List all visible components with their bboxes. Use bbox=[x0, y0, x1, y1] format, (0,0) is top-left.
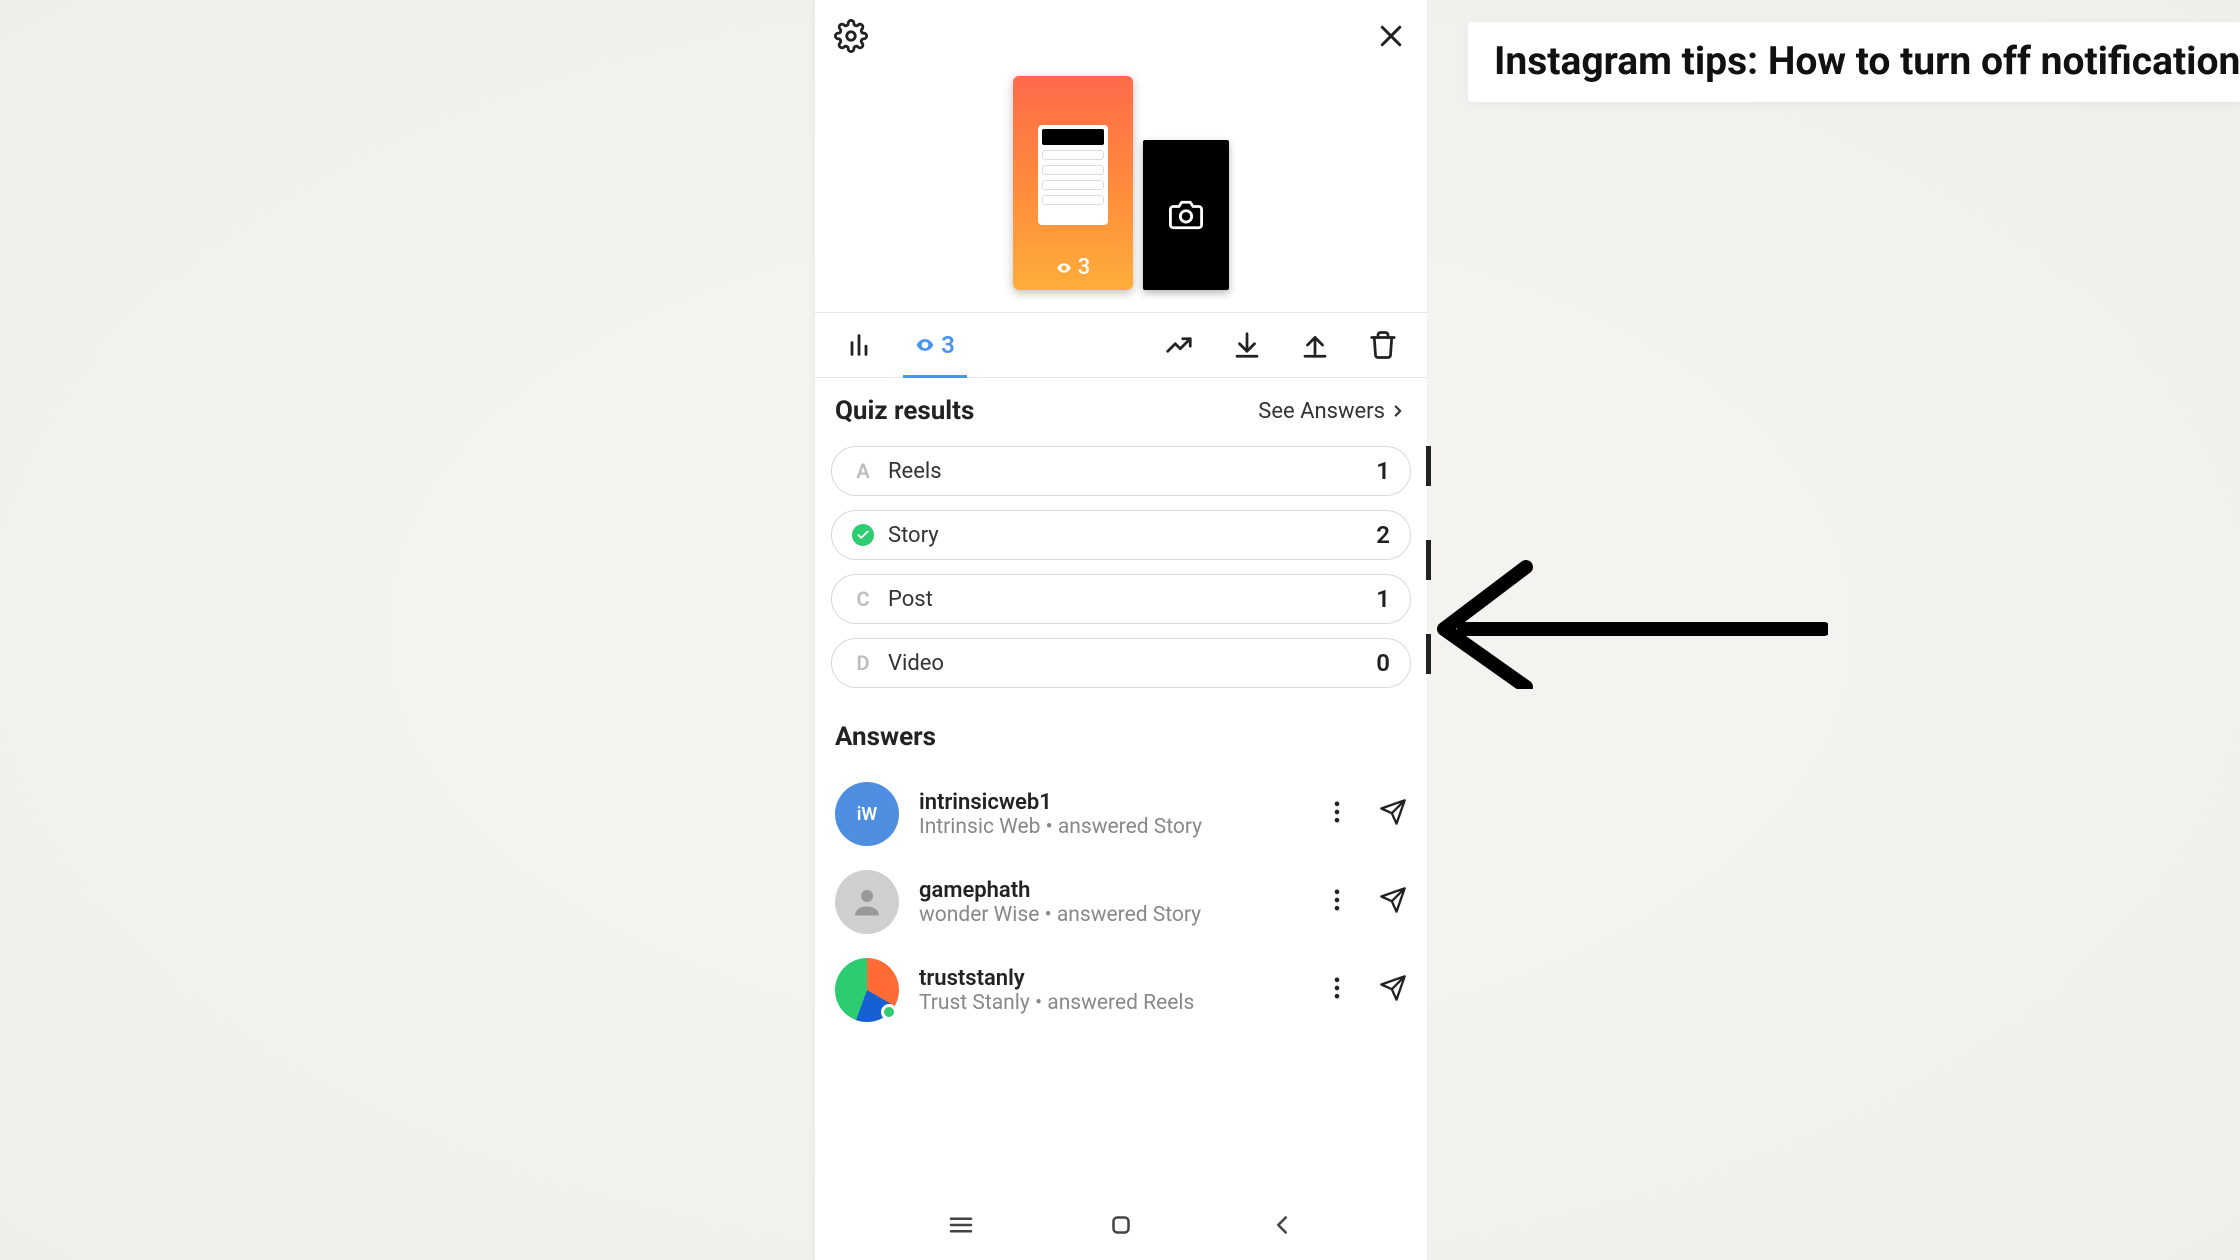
annotation-arrow bbox=[1434, 559, 1828, 689]
send-icon[interactable] bbox=[1379, 974, 1407, 1006]
online-dot-icon bbox=[881, 1004, 897, 1020]
recents-icon bbox=[946, 1210, 976, 1240]
quiz-options-list: A Reels 1 Story 2 C Post 1 D Video 0 bbox=[815, 434, 1427, 692]
more-icon[interactable] bbox=[1323, 798, 1351, 830]
insights-tab[interactable] bbox=[827, 313, 891, 377]
option-label: Post bbox=[888, 587, 1362, 612]
check-icon bbox=[852, 524, 874, 546]
quiz-option-d[interactable]: D Video 0 bbox=[831, 638, 1411, 688]
option-count: 1 bbox=[1376, 457, 1390, 485]
back-button[interactable] bbox=[1267, 1210, 1297, 1240]
send-icon[interactable] bbox=[1379, 886, 1407, 918]
share-button[interactable] bbox=[1283, 313, 1347, 377]
answers-title: Answers bbox=[835, 722, 1407, 752]
option-letter: A bbox=[852, 459, 874, 483]
option-letter: C bbox=[852, 587, 874, 611]
phone-screen: 3 3 Quiz results bbox=[815, 0, 1427, 1260]
more-icon[interactable] bbox=[1323, 886, 1351, 918]
viewers-tab[interactable]: 3 bbox=[895, 313, 975, 377]
home-button[interactable] bbox=[1106, 1210, 1136, 1240]
download-button[interactable] bbox=[1215, 313, 1279, 377]
answer-subtitle: Trust Stanly • answered Reels bbox=[919, 991, 1303, 1015]
story-thumbnail-row: 3 bbox=[815, 66, 1427, 312]
answer-subtitle: wonder Wise • answered Story bbox=[919, 903, 1303, 927]
recents-button[interactable] bbox=[946, 1210, 976, 1240]
toolbar-tabs: 3 bbox=[815, 312, 1427, 378]
android-navbar bbox=[815, 1190, 1427, 1260]
home-icon bbox=[1106, 1210, 1136, 1240]
option-count: 2 bbox=[1376, 521, 1390, 549]
trash-icon bbox=[1368, 330, 1398, 360]
active-story-thumb[interactable]: 3 bbox=[1013, 76, 1133, 290]
avatar[interactable] bbox=[835, 870, 899, 934]
viewers-count: 3 bbox=[941, 331, 955, 359]
story-view-count: 3 bbox=[1056, 255, 1091, 280]
delete-button[interactable] bbox=[1351, 313, 1415, 377]
promote-button[interactable] bbox=[1147, 313, 1211, 377]
send-icon[interactable] bbox=[1379, 798, 1407, 830]
avatar[interactable] bbox=[835, 958, 899, 1022]
answer-row: gamephath wonder Wise • answered Story bbox=[835, 858, 1407, 946]
more-icon[interactable] bbox=[1323, 974, 1351, 1006]
share-icon bbox=[1300, 330, 1330, 360]
avatar[interactable]: iW bbox=[835, 782, 899, 846]
quiz-option-a[interactable]: A Reels 1 bbox=[831, 446, 1411, 496]
download-icon bbox=[1232, 330, 1262, 360]
close-icon[interactable] bbox=[1373, 18, 1409, 54]
option-label: Video bbox=[888, 651, 1362, 676]
camera-icon bbox=[1169, 198, 1203, 232]
answer-username[interactable]: intrinsicweb1 bbox=[919, 790, 1303, 815]
bar-chart-icon bbox=[845, 331, 873, 359]
answer-row: iW intrinsicweb1 Intrinsic Web • answere… bbox=[835, 770, 1407, 858]
settings-icon[interactable] bbox=[833, 18, 869, 54]
answer-username[interactable]: truststanly bbox=[919, 966, 1303, 991]
quiz-option-b[interactable]: Story 2 bbox=[831, 510, 1411, 560]
external-video-title: Instagram tips: How to turn off notifica… bbox=[1468, 22, 2240, 102]
topbar bbox=[815, 6, 1427, 66]
quiz-results-title: Quiz results bbox=[835, 396, 974, 426]
see-answers-link[interactable]: See Answers bbox=[1258, 399, 1407, 424]
scroll-marks bbox=[1426, 446, 1431, 674]
option-label: Story bbox=[888, 523, 1362, 548]
answer-subtitle: Intrinsic Web • answered Story bbox=[919, 815, 1303, 839]
answer-username[interactable]: gamephath bbox=[919, 878, 1303, 903]
back-icon bbox=[1267, 1210, 1297, 1240]
add-story-camera-thumb[interactable] bbox=[1143, 140, 1229, 290]
option-count: 0 bbox=[1376, 649, 1390, 677]
option-label: Reels bbox=[888, 459, 1362, 484]
answer-row: truststanly Trust Stanly • answered Reel… bbox=[835, 946, 1407, 1034]
story-preview bbox=[1038, 125, 1108, 225]
option-count: 1 bbox=[1376, 585, 1390, 613]
eye-icon bbox=[915, 335, 935, 355]
quiz-option-c[interactable]: C Post 1 bbox=[831, 574, 1411, 624]
option-letter: D bbox=[852, 651, 874, 675]
trend-up-icon bbox=[1164, 330, 1194, 360]
chevron-right-icon bbox=[1389, 402, 1407, 420]
